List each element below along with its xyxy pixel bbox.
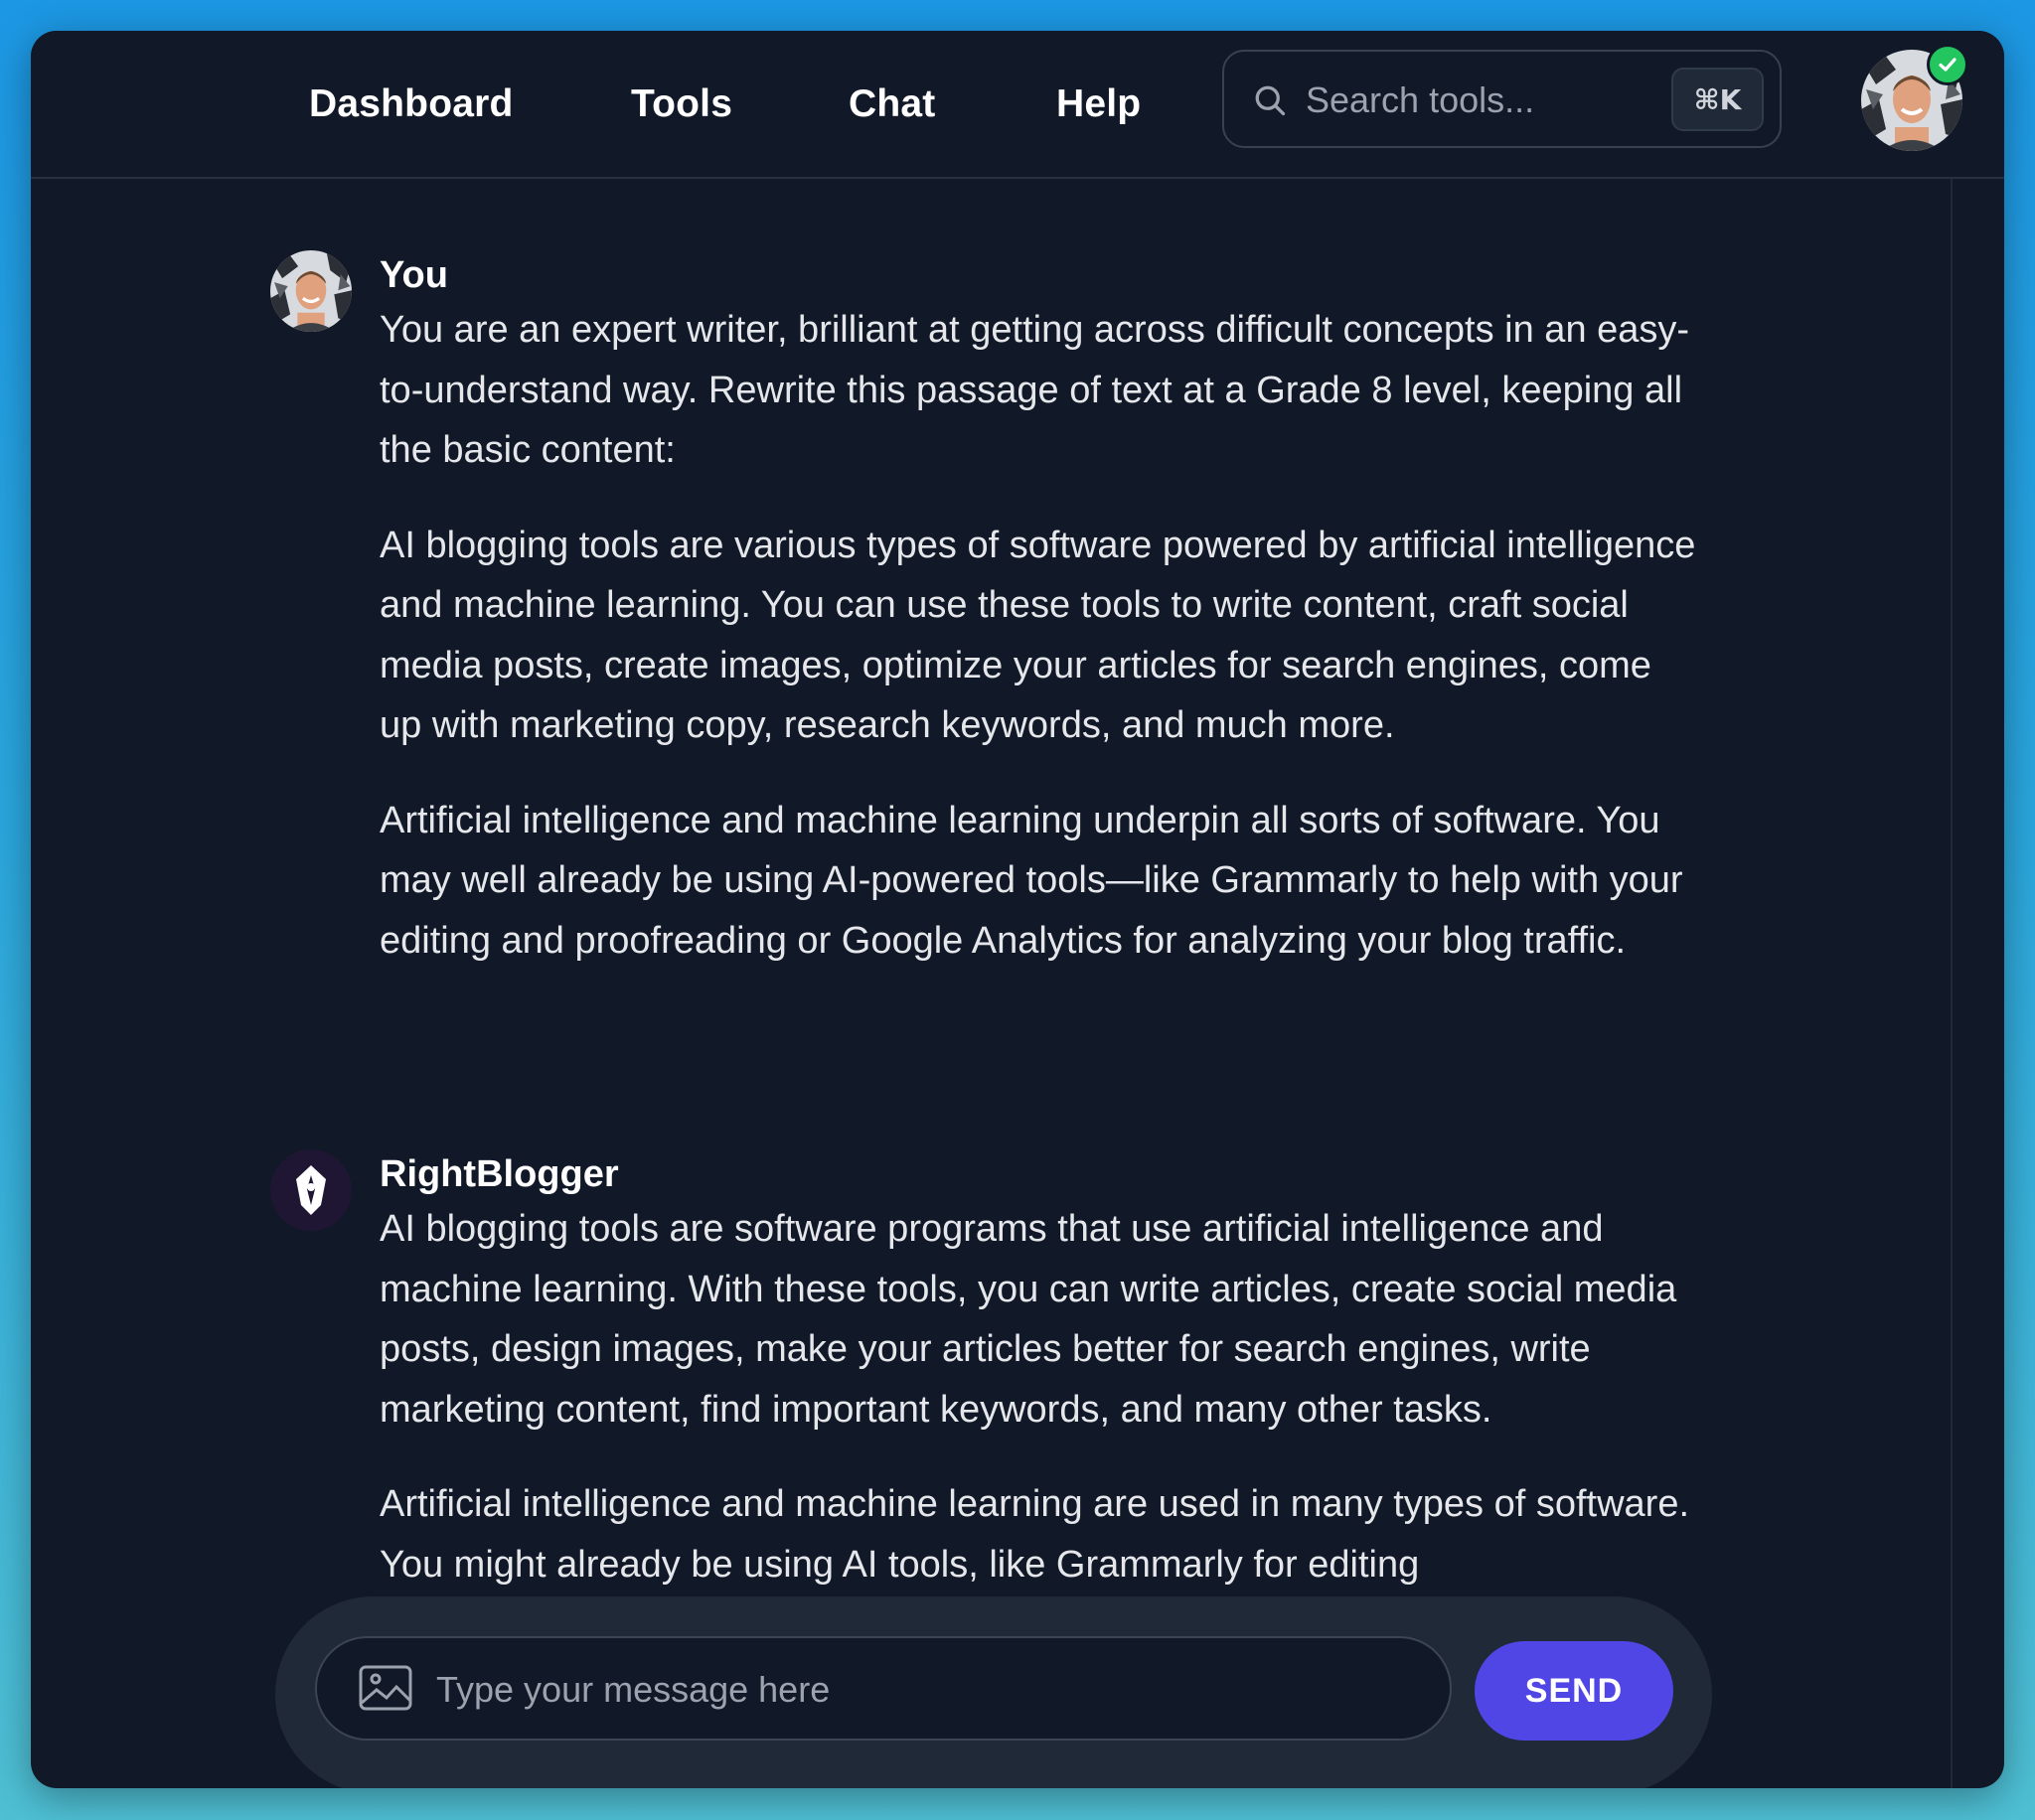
message-paragraph: Artificial intelligence and machine lear…	[380, 1483, 1690, 1586]
message-composer: SEND	[275, 1596, 1712, 1788]
sender-name: You	[380, 254, 448, 296]
user-avatar	[270, 250, 352, 332]
chat-transcript[interactable]: You You are an expert writer, brilliant …	[31, 179, 1951, 1619]
sender-name: RightBlogger	[380, 1153, 619, 1195]
nav-chat[interactable]: Chat	[849, 82, 935, 126]
message-paragraph: AI blogging tools are various types of s…	[380, 524, 1696, 747]
top-navigation-bar: Dashboard Tools Chat Help ⌘K	[31, 31, 2004, 179]
search-box[interactable]: ⌘K	[1222, 50, 1782, 148]
nav-help[interactable]: Help	[1056, 82, 1141, 126]
search-icon	[1255, 85, 1286, 116]
online-status-badge	[1927, 44, 1968, 85]
message-paragraph: Artificial intelligence and machine lear…	[380, 799, 1683, 962]
message-paragraph: You are an expert writer, brilliant at g…	[380, 309, 1690, 471]
user-profile-avatar[interactable]	[1861, 44, 1968, 151]
nav-tools[interactable]: Tools	[631, 82, 732, 126]
nav-dashboard[interactable]: Dashboard	[309, 82, 514, 126]
message-paragraph: AI blogging tools are software programs …	[380, 1208, 1677, 1431]
message-input-wrapper[interactable]	[315, 1636, 1452, 1741]
keyboard-shortcut-hint: ⌘K	[1671, 68, 1764, 131]
check-icon	[1939, 58, 1957, 72]
message-body: RightBlogger AI blogging tools are softw…	[380, 1149, 1701, 1594]
message-input[interactable]	[436, 1662, 1410, 1718]
image-icon[interactable]	[359, 1665, 412, 1711]
message-body: You You are an expert writer, brilliant …	[380, 250, 1701, 971]
send-button[interactable]: SEND	[1475, 1641, 1673, 1741]
divider	[1951, 179, 1953, 1788]
rightblogger-logo-icon	[270, 1149, 352, 1231]
search-input[interactable]	[1306, 76, 1644, 125]
app-window: Dashboard Tools Chat Help ⌘K	[31, 31, 2004, 1788]
